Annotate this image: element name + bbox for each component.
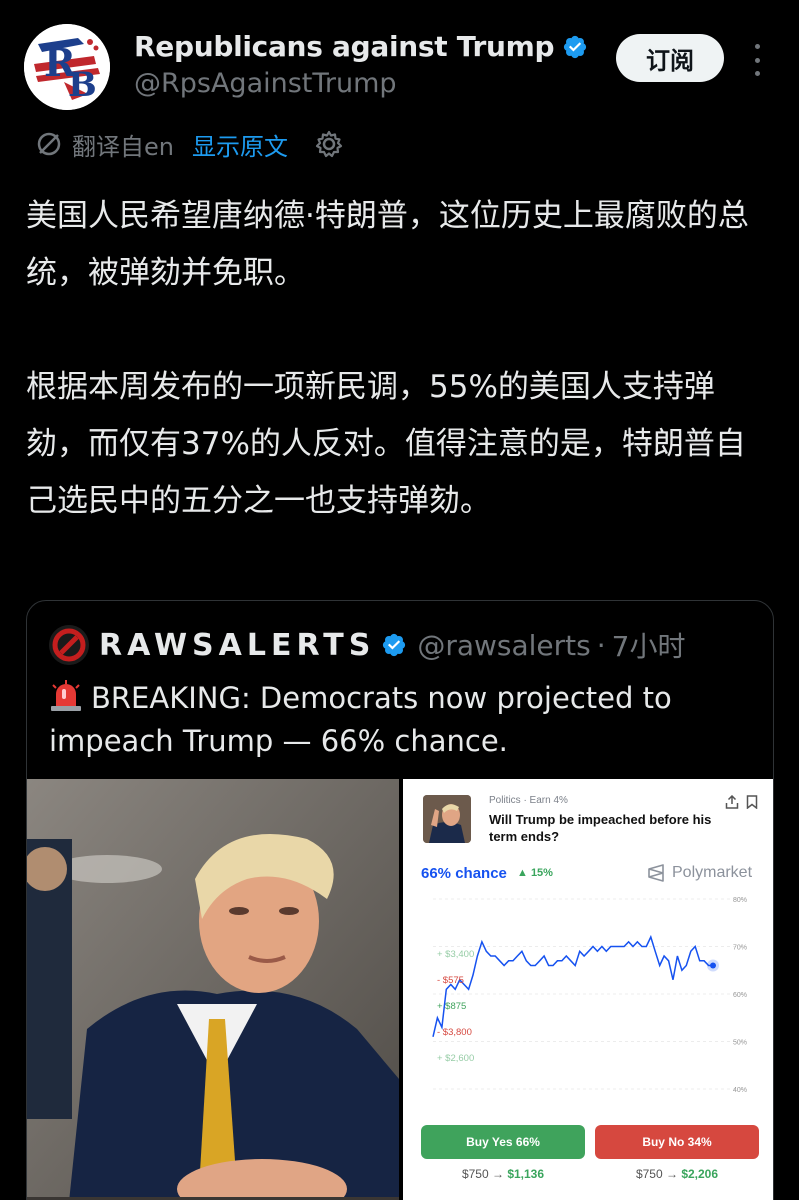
share-icon[interactable] — [725, 795, 739, 809]
chart-y-tick-label: 50% — [733, 1040, 747, 1047]
bookmark-icon[interactable] — [746, 795, 758, 809]
quoted-tweet[interactable]: RAWSALERTS @rawsalerts · 7小时 BREAKING: D… — [26, 600, 774, 1200]
trump-photo[interactable] — [27, 779, 399, 1200]
yes-payout-value: $1,136 — [507, 1167, 545, 1181]
quoted-tweet-header: RAWSALERTS @rawsalerts · 7小时 — [49, 623, 685, 667]
translated-from-label: 翻译自en — [72, 132, 174, 161]
chart-trade-annotation: - $575 — [437, 975, 464, 986]
separator-dot: · — [596, 628, 606, 662]
market-question: Will Trump be impeached before his term … — [489, 812, 712, 844]
market-chance: 66% chance — [421, 865, 507, 882]
author-handle[interactable]: @RpsAgainstTrump — [134, 68, 397, 99]
more-options-icon[interactable] — [748, 40, 766, 80]
quoted-tweet-time[interactable]: 7小时 — [612, 625, 686, 665]
probability-chart: 80% 70% 60% 50% 40% + $3,400 - $575 + $875 - $3,… — [403, 891, 773, 1101]
chart-trade-annotation: - $3,800 — [437, 1027, 472, 1038]
show-original-link[interactable]: 显示原文 — [192, 127, 288, 162]
probability-chart-svg: 80% 70% 60% 50% 40% + $3,400 - $575 + $875 - $3,… — [432, 897, 747, 1094]
chart-series-line — [432, 934, 713, 1037]
subscribe-button[interactable]: 订阅 — [616, 34, 724, 82]
author-display-name[interactable]: Republicans against Trump — [134, 30, 555, 63]
buy-no-button[interactable]: Buy No 34% — [595, 1125, 759, 1159]
tweet-paragraph: 根据本周发布的一项新民调，55%的美国人支持弹劾，而仅有37%的人反对。值得注意… — [26, 369, 746, 519]
quoted-tweet-media[interactable]: Politics · Earn 4% Will Trump be impeach… — [27, 779, 773, 1200]
yes-payout: $750 → $1,136 — [421, 1167, 585, 1181]
quoted-tweet-body: BREAKING: Democrats now projected to imp… — [49, 681, 672, 758]
tweet-header: R B Republicans against Trump @RpsAgains… — [0, 0, 799, 120]
quoted-author-name[interactable]: RAWSALERTS — [99, 628, 375, 663]
market-thumbnail — [423, 795, 471, 843]
chart-trade-annotation: + $3,400 — [437, 949, 474, 960]
author-name-row: Republicans against Trump — [134, 30, 588, 63]
chart-trade-annotation: + $2,600 — [437, 1053, 474, 1064]
chart-y-tick-label: 70% — [733, 945, 747, 952]
avatar-logo-icon: R B — [24, 24, 110, 110]
market-change: ▲ 15% — [517, 867, 553, 879]
market-thumbnail-image — [423, 795, 471, 843]
translate-icon — [37, 132, 61, 156]
polymarket-logo-icon — [648, 864, 664, 882]
author-avatar[interactable]: R B — [24, 24, 110, 110]
chart-trade-annotation: + $875 — [437, 1001, 466, 1012]
quoted-tweet-text: BREAKING: Democrats now projected to imp… — [49, 677, 749, 763]
quoted-author-handle[interactable]: @rawsalerts — [417, 629, 590, 662]
yes-stake: $750 → — [461, 1167, 504, 1181]
rawsalerts-logo-icon — [49, 625, 89, 665]
buy-yes-button[interactable]: Buy Yes 66% — [421, 1125, 585, 1159]
translation-bar: 翻译自en 显示原文 — [34, 124, 344, 164]
polymarket-card[interactable]: Politics · Earn 4% Will Trump be impeach… — [403, 779, 773, 1200]
chart-y-tick-label: 60% — [733, 992, 747, 999]
polymarket-brand: Polymarket — [647, 863, 752, 883]
no-payout-value: $2,206 — [681, 1167, 719, 1181]
gear-icon[interactable] — [314, 129, 344, 159]
market-category: Politics · Earn 4% — [489, 795, 568, 806]
chart-y-tick-label: 80% — [733, 897, 747, 904]
photo-image — [27, 779, 399, 1200]
polymarket-brand-name: Polymarket — [672, 864, 753, 881]
tweet-text: 美国人民希望唐纳德·特朗普，这位历史上最腐败的总统，被弹劾并免职。 根据本周发布… — [26, 188, 766, 530]
tweet-paragraph: 美国人民希望唐纳德·特朗普，这位历史上最腐败的总统，被弹劾并免职。 — [26, 198, 749, 291]
chart-current-point — [710, 962, 716, 969]
no-stake: $750 → — [635, 1167, 678, 1181]
verified-badge-icon — [383, 633, 406, 657]
quoted-author-avatar[interactable] — [49, 625, 89, 665]
siren-icon — [51, 680, 81, 711]
no-payout: $750 → $2,206 — [595, 1167, 759, 1181]
svg-text:B: B — [68, 65, 97, 105]
chart-y-tick-label: 40% — [733, 1087, 747, 1094]
verified-badge-icon — [564, 35, 587, 58]
